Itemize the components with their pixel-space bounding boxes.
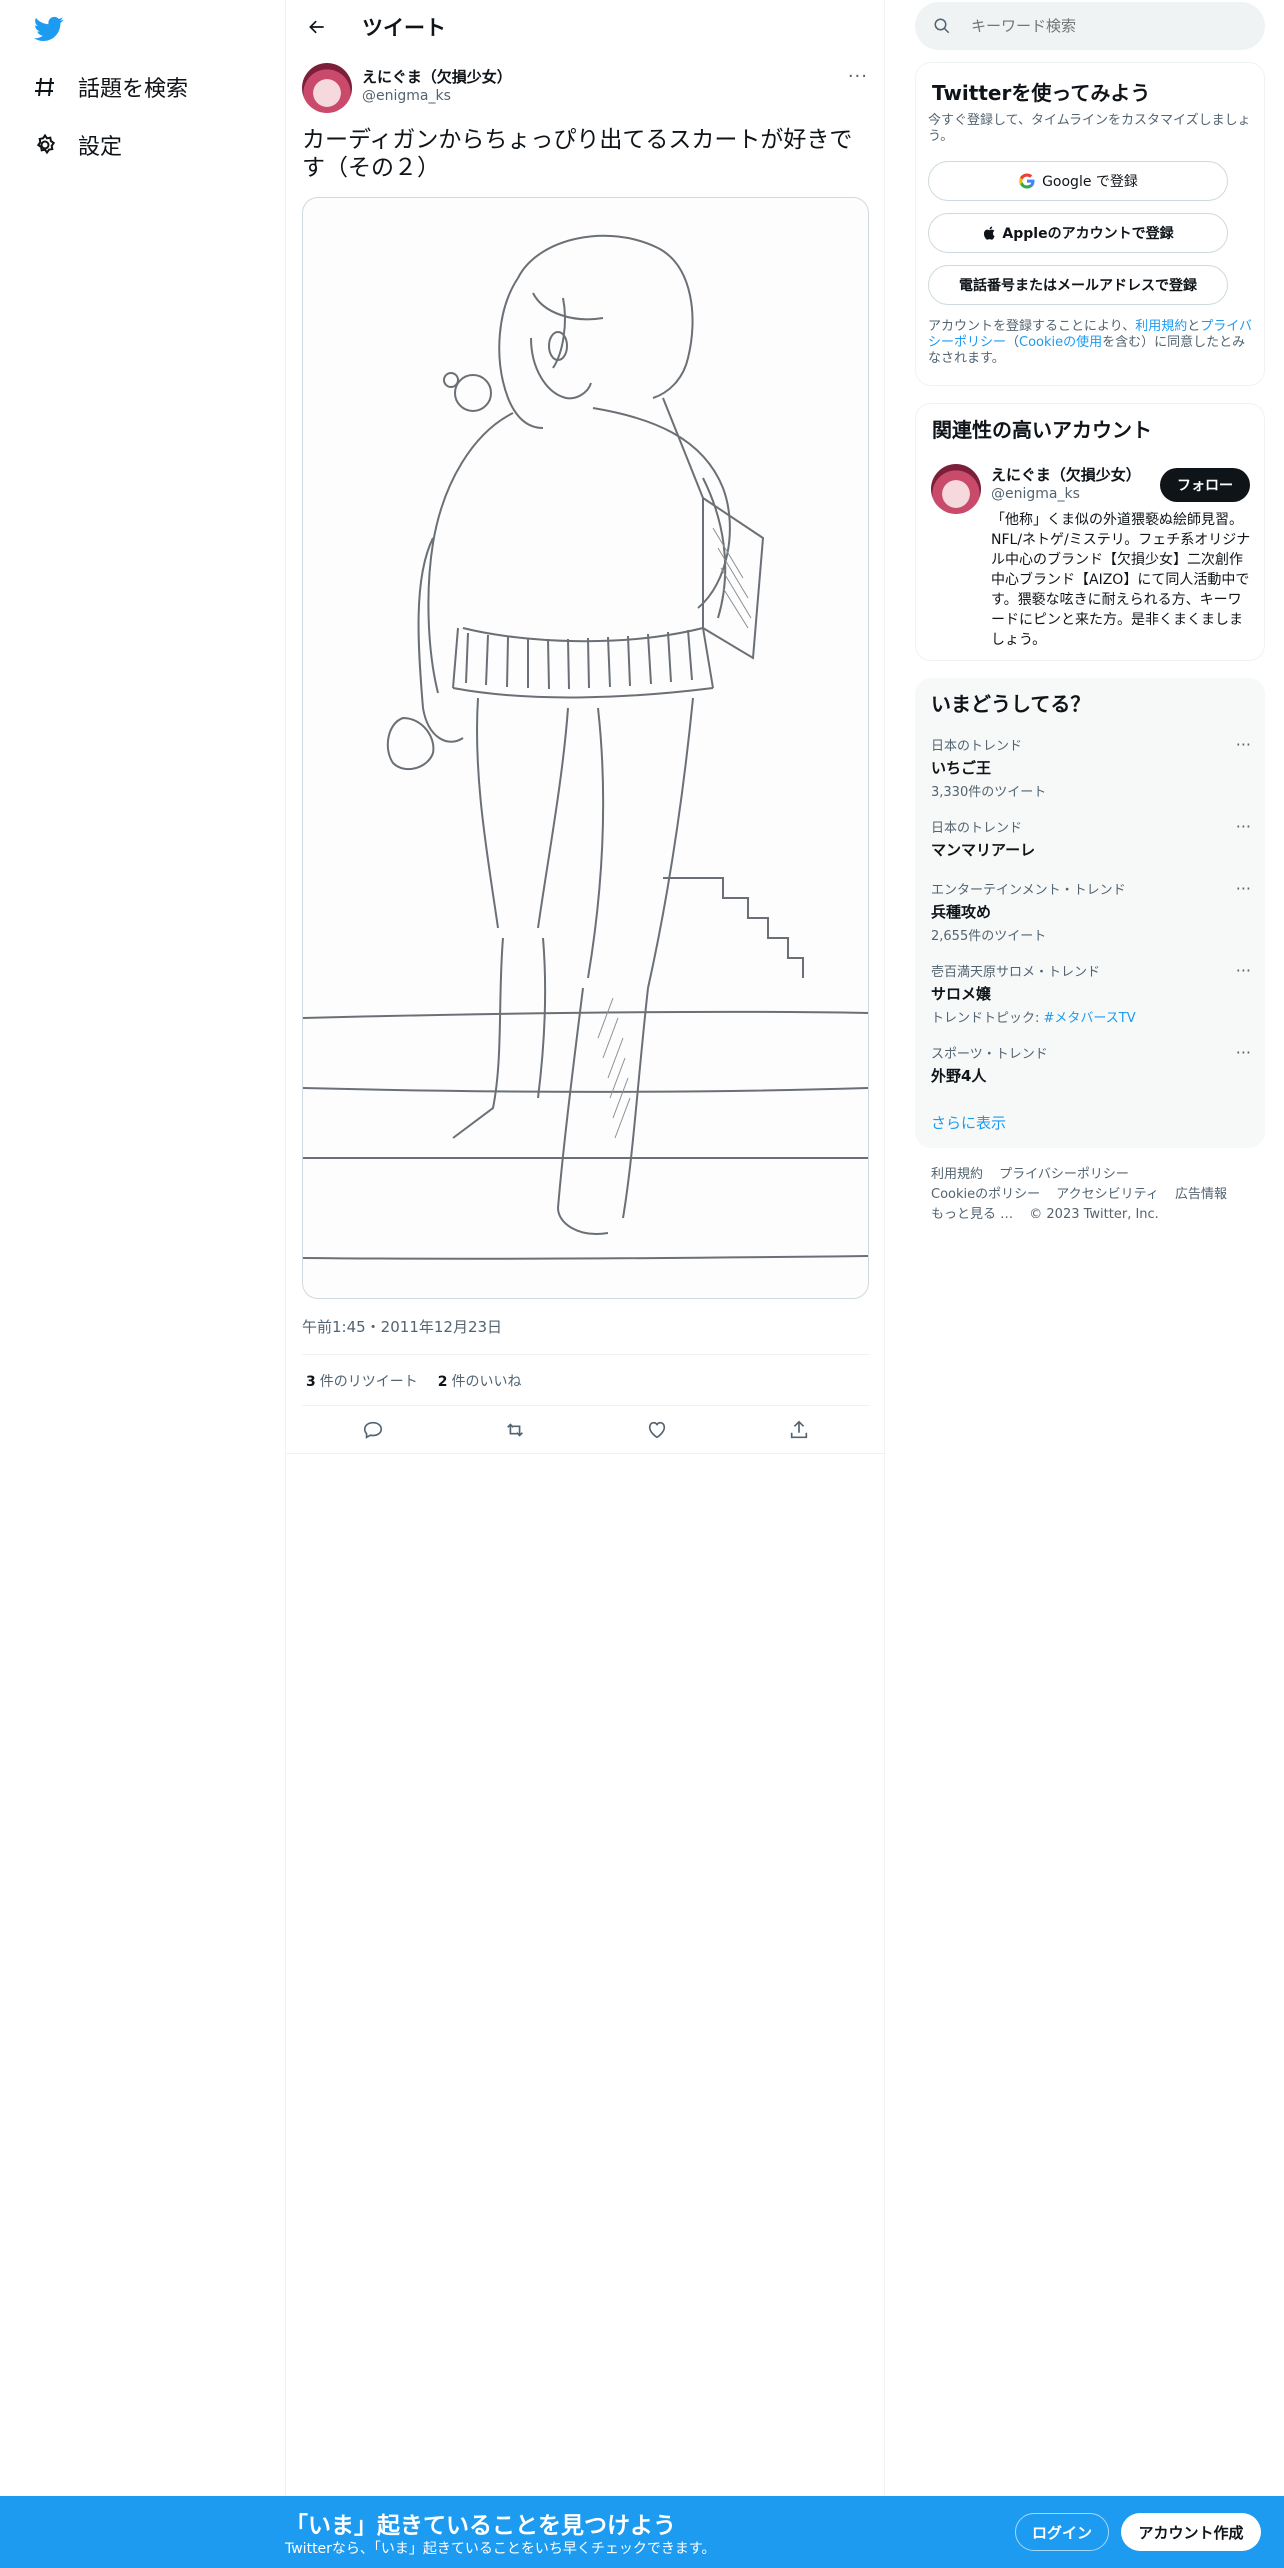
trend-item[interactable]: スポーツ・トレンド 外野4人 ··· xyxy=(931,1043,1251,1086)
search-icon xyxy=(933,16,953,36)
signup-legal-text: アカウントを登録することにより、利用規約とプライバシーポリシー（Cookieの使… xyxy=(928,319,1253,366)
trend-item[interactable]: エンターテインメント・トレンド 兵種攻め 2,655件のツイート ··· xyxy=(931,879,1251,944)
reply-icon[interactable] xyxy=(360,1417,386,1443)
tweet-image[interactable] xyxy=(302,197,869,1299)
phone-email-signup-button[interactable]: 電話番号またはメールアドレスで登録 xyxy=(928,265,1228,305)
page-title: ツイート xyxy=(362,16,446,40)
divider xyxy=(302,1354,870,1355)
trends-title: いまどうしてる？ xyxy=(931,692,1091,716)
signup-subtitle: 今すぐ登録して、タイムラインをカスタマイズしましょう。 xyxy=(928,113,1251,144)
divider xyxy=(286,1453,886,1454)
tweet-timestamp[interactable]: 午前1:45・2011年12月23日 xyxy=(302,1316,502,1337)
more-options-icon[interactable]: ··· xyxy=(1236,735,1251,754)
more-options-icon[interactable]: ··· xyxy=(1236,879,1251,898)
footer-link[interactable]: Cookieのポリシー xyxy=(931,1187,1040,1202)
apple-icon xyxy=(982,225,998,241)
related-name[interactable]: えにぐま（欠損少女） xyxy=(991,464,1141,485)
author-avatar[interactable] xyxy=(302,63,352,113)
heart-icon[interactable] xyxy=(644,1417,670,1443)
hashtag-icon xyxy=(32,74,58,100)
signup-card: Twitterを使ってみよう 今すぐ登録して、タイムラインをカスタマイズしましょ… xyxy=(915,62,1265,386)
bottom-bar-title: 「いま」起きていることを見つけよう xyxy=(285,2513,676,2539)
create-account-button[interactable]: アカウント作成 xyxy=(1121,2513,1261,2551)
back-arrow-icon[interactable] xyxy=(302,12,332,42)
main-column: ツイート えにぐま（欠損少女） @enigma_ks ··· カーディガンからち… xyxy=(285,0,886,2496)
tweet-stats: 3 件のリツイート 2 件のいいね xyxy=(306,1371,522,1391)
nav-item-label: 設定 xyxy=(78,135,123,160)
tweet-text: カーディガンからちょっぴり出てるスカートが好きです（その２） xyxy=(302,127,853,181)
footer-link[interactable]: アクセシビリティ xyxy=(1056,1187,1159,1202)
retweet-count[interactable]: 3 件のリツイート xyxy=(306,1371,418,1391)
share-icon[interactable] xyxy=(786,1417,812,1443)
search-box[interactable] xyxy=(915,2,1265,50)
like-count[interactable]: 2 件のいいね xyxy=(438,1371,522,1391)
footer-link[interactable]: プライバシーポリシー xyxy=(999,1167,1129,1182)
gear-icon xyxy=(32,132,58,158)
related-handle[interactable]: @enigma_ks xyxy=(991,486,1080,502)
nav-item-label: 話題を検索 xyxy=(78,77,189,102)
more-options-icon[interactable]: ··· xyxy=(1236,1043,1251,1062)
more-options-icon[interactable]: ··· xyxy=(1236,961,1251,980)
more-options-icon[interactable]: ··· xyxy=(848,66,868,87)
search-input[interactable] xyxy=(971,17,1241,35)
nav-item-explore[interactable]: 話題を検索 xyxy=(32,69,188,105)
related-accounts-card: 関連性の高いアカウント えにぐま（欠損少女） @enigma_ks フォロー 「… xyxy=(915,403,1265,661)
trends-card: いまどうしてる？ 日本のトレンド いちご王 3,330件のツイート ··· 日本… xyxy=(915,678,1265,1148)
cookie-link[interactable]: Cookieの使用 xyxy=(1019,335,1102,350)
login-button[interactable]: ログイン xyxy=(1015,2513,1109,2551)
footer-link[interactable]: 利用規約 xyxy=(931,1167,983,1182)
bottom-bar-subtitle: Twitterなら、「いま」起きていることをいち早くチェックできます。 xyxy=(285,2541,716,2557)
related-bio: 「他称」くま似の外道猥褻ぬ絵師見習。NFL/ネトゲ/ミステリ。フェチ系オリジナル… xyxy=(991,512,1251,648)
more-options-icon[interactable]: ··· xyxy=(1236,817,1251,836)
show-more-link[interactable]: さらに表示 xyxy=(931,1112,1006,1133)
trend-item[interactable]: 壱百満天原サロメ・トレンド サロメ嬢 トレンドトピック: #メタバースTV ··… xyxy=(931,961,1251,1026)
signup-title: Twitterを使ってみよう xyxy=(932,81,1151,105)
trend-topic-link[interactable]: #メタバースTV xyxy=(1044,1011,1136,1026)
footer-link[interactable]: もっと見る … xyxy=(931,1207,1013,1222)
google-signup-button[interactable]: Google で登録 xyxy=(928,161,1228,201)
divider xyxy=(302,1405,870,1406)
twitter-logo-icon[interactable] xyxy=(32,14,66,44)
author-name[interactable]: えにぐま（欠損少女） xyxy=(362,66,512,87)
copyright: © 2023 Twitter, Inc. xyxy=(1029,1207,1159,1222)
trend-item[interactable]: 日本のトレンド いちご王 3,330件のツイート ··· xyxy=(931,735,1251,800)
related-title: 関連性の高いアカウント xyxy=(932,418,1152,442)
related-avatar[interactable] xyxy=(931,464,981,514)
footer-links: 利用規約 プライバシーポリシー Cookieのポリシー アクセシビリティ 広告情… xyxy=(931,1165,1251,1225)
google-icon xyxy=(1018,172,1036,190)
follow-button[interactable]: フォロー xyxy=(1160,468,1250,502)
nav-item-settings[interactable]: 設定 xyxy=(32,127,122,163)
bottom-signup-bar: 「いま」起きていることを見つけよう Twitterなら、「いま」起きていることを… xyxy=(0,2496,1284,2568)
sketch-illustration xyxy=(303,234,868,1260)
footer-link[interactable]: 広告情報 xyxy=(1175,1187,1227,1202)
author-handle[interactable]: @enigma_ks xyxy=(362,88,451,104)
page-header: ツイート xyxy=(286,0,886,54)
terms-link[interactable]: 利用規約 xyxy=(1135,319,1187,334)
left-nav: 話題を検索 設定 xyxy=(0,0,285,2496)
retweet-icon[interactable] xyxy=(502,1417,528,1443)
tweet-actions xyxy=(302,1408,870,1452)
apple-signup-button[interactable]: Appleのアカウントで登録 xyxy=(928,213,1228,253)
trend-item[interactable]: 日本のトレンド マンマリアーレ ··· xyxy=(931,817,1251,860)
